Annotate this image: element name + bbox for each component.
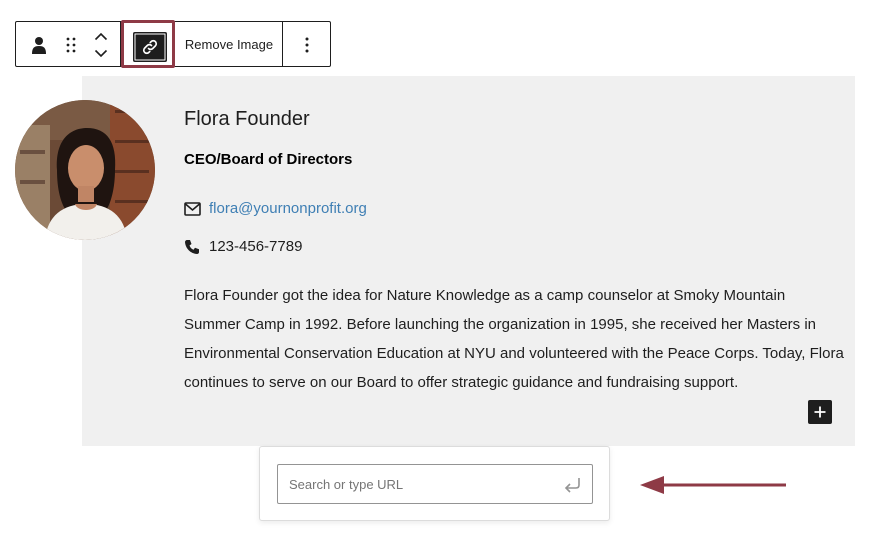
- link-url-popover: [259, 446, 610, 521]
- profile-role: CEO/Board of Directors: [184, 151, 353, 168]
- phone-number: 123-456-7789: [209, 238, 303, 255]
- profile-photo-image: [15, 100, 155, 240]
- phone-row: 123-456-7789: [184, 238, 302, 255]
- phone-icon: [185, 239, 199, 254]
- chevron-down-icon: [94, 49, 108, 57]
- profile-photo[interactable]: [15, 100, 155, 240]
- block-type-button[interactable]: [28, 34, 50, 56]
- add-block-button[interactable]: [808, 400, 832, 424]
- enter-return-icon[interactable]: [562, 476, 582, 494]
- block-toolbar: Remove Image: [15, 20, 331, 68]
- link-icon: [142, 39, 158, 55]
- chevron-up-icon: [94, 32, 108, 40]
- more-vertical-icon: [305, 37, 309, 53]
- plus-icon: [814, 406, 826, 418]
- envelope-icon: [184, 201, 201, 216]
- email-row: flora@yournonprofit.org: [184, 200, 367, 217]
- profile-name: Flora Founder: [184, 108, 310, 130]
- move-down-button[interactable]: [90, 45, 112, 61]
- annotation-arrow: [640, 476, 786, 494]
- link-button[interactable]: [133, 32, 167, 62]
- person-icon: [32, 37, 46, 54]
- drag-handle-icon: [66, 37, 76, 53]
- more-options-button[interactable]: [296, 34, 318, 56]
- url-search-input[interactable]: [277, 464, 593, 504]
- move-up-button[interactable]: [90, 28, 112, 44]
- toolbar-group-block: [16, 22, 121, 66]
- email-link[interactable]: flora@yournonprofit.org: [209, 200, 367, 217]
- remove-image-button[interactable]: Remove Image: [176, 22, 282, 66]
- profile-bio: Flora Founder got the idea for Nature Kn…: [184, 287, 844, 391]
- drag-handle-button[interactable]: [60, 34, 82, 56]
